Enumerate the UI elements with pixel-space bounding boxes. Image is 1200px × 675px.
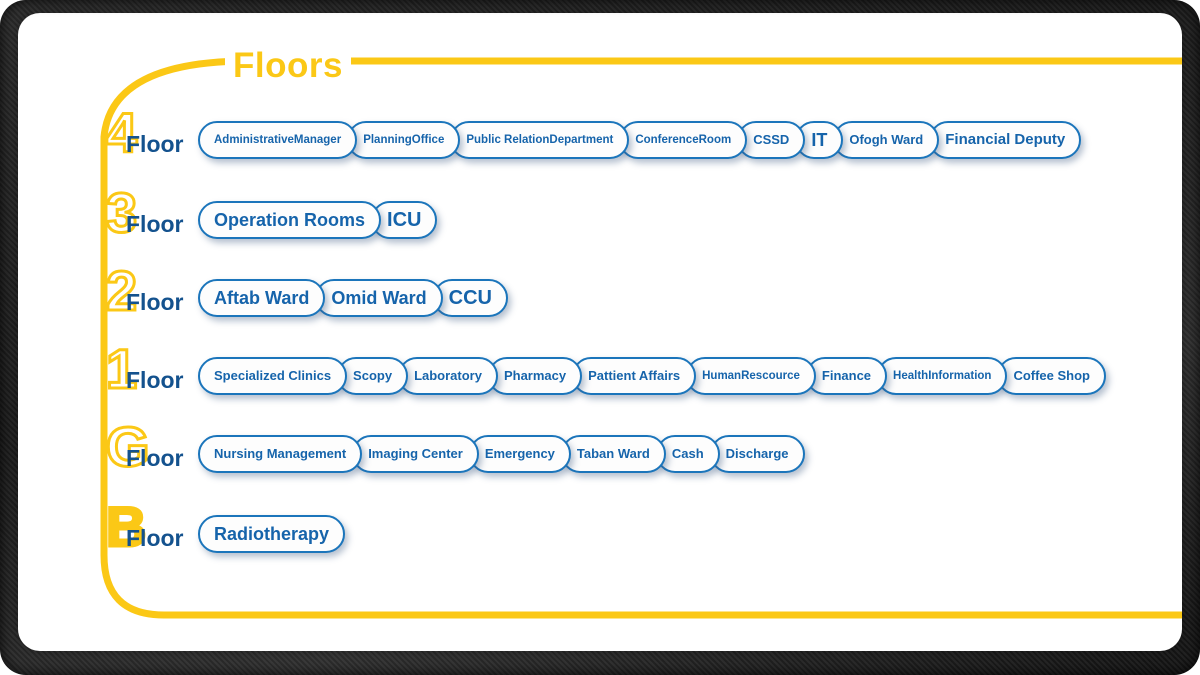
- room-pill[interactable]: Pharmacy: [487, 357, 583, 395]
- room-pill-label: CCU: [448, 286, 493, 309]
- room-pill-label: Conference: [635, 133, 699, 146]
- room-pill-list: Aftab Ward Omid Ward CCU: [198, 270, 509, 326]
- room-pill-label: Health: [893, 369, 929, 382]
- floor-word-label: Floor: [126, 525, 184, 551]
- room-pill[interactable]: Aftab Ward: [198, 279, 326, 317]
- room-pill[interactable]: Conference Room: [619, 121, 748, 159]
- room-pill-label: IT: [811, 129, 828, 150]
- room-pill-label: Coffee Shop: [1013, 368, 1090, 384]
- room-pill[interactable]: Planning Office: [347, 121, 461, 159]
- room-pill[interactable]: CSSD: [737, 121, 806, 159]
- room-pill-label: Ofogh Ward: [849, 132, 924, 148]
- floor-word-label: Floor: [126, 211, 184, 237]
- room-pill-label: Department: [549, 133, 614, 146]
- room-pill-label: Finance: [821, 368, 872, 384]
- room-pill[interactable]: Operation Rooms: [198, 201, 382, 239]
- room-pill[interactable]: Scopy: [337, 357, 409, 395]
- room-pill-list: Radiotherapy: [198, 506, 346, 562]
- room-pill-list: Administrative Manager Planning Office Publi…: [198, 112, 1082, 168]
- floor-word-label: Floor: [126, 367, 184, 393]
- room-pill-label: Discharge: [725, 446, 789, 462]
- room-pill-label: Taban Ward: [576, 446, 650, 462]
- room-pill[interactable]: Financial Deputy: [929, 121, 1082, 159]
- page-title: Floors: [225, 46, 351, 86]
- room-pill-label: Specialized Clinics: [214, 368, 332, 384]
- room-pill[interactable]: Omid Ward: [315, 279, 443, 317]
- floors-card: Floors 4 Floor Administrative Manager Planni…: [18, 13, 1182, 651]
- room-pill-label: Omid Ward: [331, 287, 427, 308]
- floor-word-label: Floor: [126, 131, 184, 157]
- floor-tag-2: 2 Floor: [104, 261, 198, 329]
- floor-tag-g: G Floor: [105, 417, 198, 485]
- room-pill[interactable]: Radiotherapy: [198, 515, 346, 553]
- floor-row-2: 2 Floor Aftab Ward Omid Ward CCU: [104, 261, 509, 333]
- room-pill[interactable]: Pattient Affairs: [572, 357, 697, 395]
- room-pill-label: Laboratory: [414, 368, 482, 384]
- floor-tag-b: B Floor: [104, 497, 198, 565]
- floor-row-4: 4 Floor Administrative Manager Planning Offic…: [104, 103, 1082, 175]
- room-pill[interactable]: Coffee Shop: [997, 357, 1106, 395]
- room-pill-label: Rescource: [741, 369, 800, 382]
- room-pill-label: Office: [411, 133, 445, 146]
- room-pill[interactable]: Taban Ward: [560, 435, 666, 473]
- floor-tag-1: 1 Floor: [104, 339, 198, 407]
- room-pill-label: Operation Rooms: [214, 209, 366, 230]
- room-pill[interactable]: Specialized Clinics: [198, 357, 348, 395]
- room-pill-label: Manager: [293, 133, 342, 146]
- floor-tag-3: 3 Floor: [104, 183, 198, 251]
- room-pill-list: Specialized Clinics Scopy Laboratory Pharma…: [198, 348, 1106, 404]
- room-pill-label: Administrative: [214, 133, 294, 146]
- room-pill-label: Scopy: [353, 368, 393, 384]
- room-pill[interactable]: Discharge: [709, 435, 805, 473]
- floor-row-3: 3 Floor Operation Rooms ICU: [104, 183, 438, 255]
- room-pill-label: Radiotherapy: [214, 523, 330, 544]
- room-pill-label: Room: [698, 133, 732, 146]
- room-pill-label: Imaging Center: [368, 446, 463, 462]
- room-pill-label: ICU: [387, 208, 422, 231]
- room-pill[interactable]: Public Relation Department: [450, 121, 630, 159]
- floor-word-label: Floor: [126, 445, 184, 471]
- outer-frame: Floors 4 Floor Administrative Manager Planni…: [0, 0, 1200, 675]
- room-pill-label: Planning: [363, 133, 412, 146]
- room-pill[interactable]: Imaging Center: [352, 435, 479, 473]
- floor-row-g: G Floor Nursing Management Imaging Center Em…: [105, 417, 805, 489]
- room-pill[interactable]: Nursing Management: [198, 435, 363, 473]
- room-pill[interactable]: Human Rescource: [686, 357, 816, 395]
- room-pill-label: Financial Deputy: [945, 131, 1066, 149]
- room-pill-label: Information: [928, 369, 992, 382]
- room-pill-label: Cash: [671, 446, 704, 462]
- floor-tag-4: 4 Floor: [104, 103, 198, 171]
- room-pill[interactable]: CCU: [432, 279, 509, 317]
- room-pill-label: Nursing Management: [214, 446, 347, 462]
- floor-row-b: B Floor Radiotherapy: [104, 497, 346, 569]
- room-pill[interactable]: Administrative Manager: [198, 121, 358, 159]
- room-pill[interactable]: Ofogh Ward: [833, 121, 940, 159]
- room-pill-label: Human: [702, 369, 742, 382]
- room-pill[interactable]: Emergency: [468, 435, 571, 473]
- room-pill-label: CSSD: [753, 132, 790, 148]
- room-pill[interactable]: Laboratory: [398, 357, 498, 395]
- room-pill-label: Pharmacy: [503, 368, 567, 384]
- room-pill[interactable]: Finance: [805, 357, 888, 395]
- floor-row-1: 1 Floor Specialized Clinics Scopy Laboratory…: [104, 339, 1106, 411]
- room-pill-label: Pattient Affairs: [588, 368, 681, 384]
- room-pill-list: Operation Rooms ICU: [198, 192, 438, 248]
- room-pill-list: Nursing Management Imaging Center Emergenc…: [198, 426, 805, 482]
- floor-word-label: Floor: [126, 289, 184, 315]
- room-pill-label: Public Relation: [466, 133, 550, 146]
- room-pill[interactable]: Health Information: [877, 357, 1008, 395]
- room-pill-label: Aftab Ward: [214, 287, 310, 308]
- room-pill-label: Emergency: [484, 446, 555, 462]
